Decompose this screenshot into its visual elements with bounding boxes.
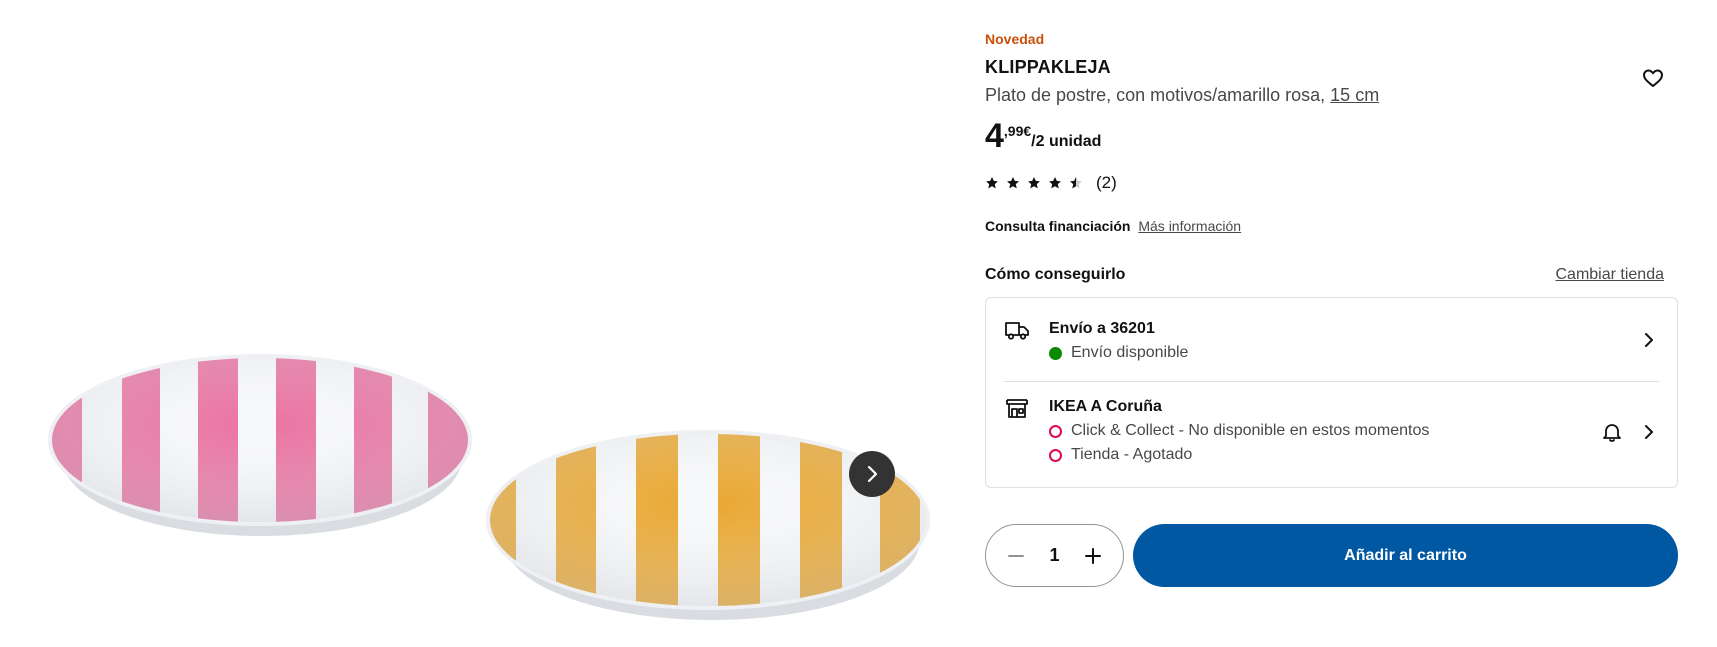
star-full-icon	[1049, 177, 1061, 189]
in-store-text: Tienda - Agotado	[1071, 446, 1193, 463]
favorite-button[interactable]	[1639, 64, 1667, 92]
chevron-right-icon	[1645, 333, 1653, 347]
chevron-right-icon	[867, 465, 878, 483]
change-store-link[interactable]: Cambiar tienda	[1556, 266, 1665, 284]
star-half-icon	[1070, 177, 1082, 189]
price-integer: 4	[985, 117, 1004, 155]
in-store-status: Tienda - Agotado	[1049, 446, 1192, 464]
click-collect-text: Click & Collect - No disponible en estos…	[1071, 422, 1430, 439]
store-title: IKEA A Coruña	[1049, 398, 1162, 415]
financing-label: Consulta financiación	[985, 218, 1131, 234]
yellow-striped-plate	[486, 430, 930, 620]
delivery-status-text: Envío disponible	[1071, 344, 1189, 361]
click-collect-status: Click & Collect - No disponible en estos…	[1049, 422, 1429, 440]
truck-icon	[1005, 322, 1029, 340]
status-available-dot	[1049, 346, 1062, 360]
gallery-next-button[interactable]	[849, 451, 895, 497]
status-unavailable-dot	[1049, 448, 1062, 462]
product-info: Novedad KLIPPAKLEJA Plato de postre, con…	[985, 0, 1678, 647]
chevron-right-icon	[1645, 425, 1653, 439]
product-name: KLIPPAKLEJA	[985, 57, 1111, 77]
product-image[interactable]	[0, 0, 940, 647]
price-decimals: ,99€	[1003, 123, 1032, 139]
delivery-title: Envío a 36201	[1049, 320, 1155, 337]
add-to-cart-button[interactable]: Añadir al carrito	[1133, 524, 1678, 587]
delivery-status: Envío disponible	[1049, 344, 1188, 362]
product-description: Plato de postre, con motivos/amarillo ro…	[985, 85, 1379, 106]
financing: Consulta financiación Más información	[985, 218, 1241, 234]
increase-quantity-button[interactable]	[1081, 544, 1105, 568]
star-full-icon	[1007, 177, 1019, 189]
description-text: Plato de postre, con motivos/amarillo ro…	[985, 85, 1326, 105]
quantity-value[interactable]: 1	[1049, 545, 1059, 566]
minus-icon	[1008, 554, 1024, 557]
heart-outline-icon	[1643, 69, 1663, 87]
availability-heading: Cómo conseguirlo	[985, 266, 1126, 283]
bell-icon[interactable]	[1600, 420, 1624, 444]
pink-striped-plate	[48, 354, 472, 536]
availability-box: Envío a 36201 Envío disponible IKEA A Co…	[985, 297, 1678, 488]
store-icon	[1006, 399, 1028, 418]
size-link[interactable]: 15 cm	[1330, 85, 1379, 105]
rating-count: (2)	[1096, 173, 1117, 192]
rating[interactable]: (2)	[985, 173, 1117, 193]
quantity-stepper: 1	[985, 524, 1124, 587]
new-badge: Novedad	[985, 31, 1045, 47]
plus-icon	[1084, 547, 1101, 564]
store-row[interactable]: IKEA A Coruña Click & Collect - No dispo…	[986, 381, 1677, 487]
price: 4 ,99€ /2 unidad	[985, 116, 1101, 156]
star-full-icon	[1028, 177, 1040, 189]
product-gallery	[0, 0, 940, 647]
delivery-row[interactable]: Envío a 36201 Envío disponible	[986, 298, 1677, 381]
star-full-icon	[986, 177, 998, 189]
status-unavailable-dot	[1049, 424, 1062, 438]
decrease-quantity-button[interactable]	[1004, 544, 1028, 568]
financing-more-info-link[interactable]: Más información	[1138, 218, 1241, 234]
price-unit: /2 unidad	[1031, 133, 1102, 150]
